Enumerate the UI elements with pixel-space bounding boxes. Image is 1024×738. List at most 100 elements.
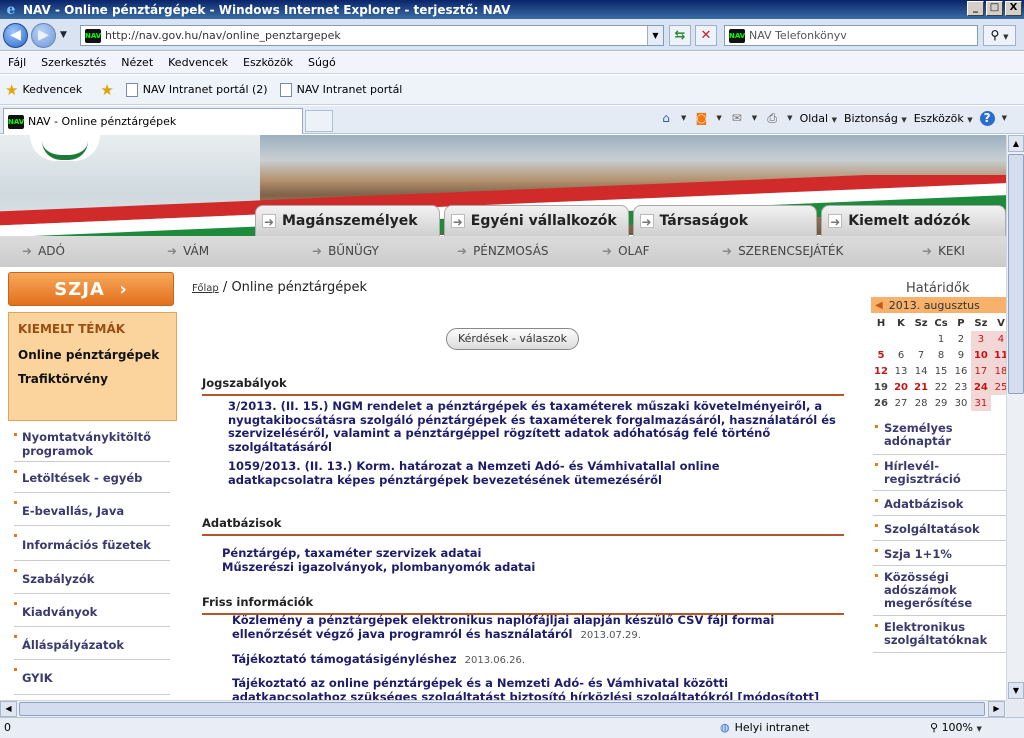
calendar-day[interactable]: 6 <box>891 347 911 363</box>
zoom-control[interactable]: ⚲ 100% ▼ <box>930 721 982 734</box>
scroll-up-icon[interactable]: ▲ <box>1008 135 1024 152</box>
calendar-day[interactable]: 12 <box>871 363 891 379</box>
calendar-day[interactable]: 1 <box>931 331 951 347</box>
tab-egyeni-vallalkozok[interactable]: ➜ Egyéni vállalkozók <box>443 205 629 236</box>
home-icon[interactable]: ⌂ <box>658 110 674 126</box>
calendar-day[interactable]: 17 <box>970 363 991 379</box>
leftnav-item[interactable]: E-bevallás, Java <box>14 495 170 526</box>
calendar-day[interactable]: 16 <box>951 363 971 379</box>
calendar-day[interactable]: 20 <box>891 379 911 395</box>
szja-button[interactable]: SZJA › <box>8 272 174 306</box>
calendar-day[interactable]: 26 <box>871 395 891 411</box>
minimize-button[interactable]: _ <box>967 1 984 16</box>
leftnav-item[interactable]: Nyomtatványkitöltő programok <box>14 427 170 462</box>
new-tab-button[interactable] <box>305 110 333 132</box>
leftnav-item[interactable]: Kiadványok <box>14 596 170 627</box>
menu-view[interactable]: Nézet <box>121 56 153 69</box>
calendar-day[interactable]: 15 <box>931 363 951 379</box>
qa-button[interactable]: Kérdések - válaszok <box>446 328 579 350</box>
tab-tarsasagok[interactable]: ➜ Társaságok <box>632 205 818 236</box>
print-icon[interactable]: ⎙ <box>764 110 780 126</box>
mail-icon[interactable]: ✉ <box>729 110 745 126</box>
calendar-day[interactable]: 19 <box>871 379 891 395</box>
subnav-keki[interactable]: ➜ KEKI <box>922 244 965 258</box>
rightnav-item[interactable]: Személyes adónaptár <box>873 419 1006 455</box>
calendar-day[interactable]: 18 <box>990 363 1006 379</box>
database-link[interactable]: Műszerészi igazolványok, plombanyomók ad… <box>222 560 842 575</box>
calendar-day[interactable]: 31 <box>970 395 991 411</box>
subnav-olaf[interactable]: ➜ OLAF <box>602 244 650 258</box>
subnav-vam[interactable]: ➜ VÁM <box>167 244 209 258</box>
scroll-thumb[interactable] <box>1008 154 1024 394</box>
scroll-left-icon[interactable]: ◀ <box>0 701 17 717</box>
rightnav-item[interactable]: Szolgáltatások <box>873 518 1006 541</box>
horizontal-scrollbar[interactable]: ◀ ▶ <box>0 700 1006 717</box>
leftnav-item[interactable]: GYIK <box>14 662 170 695</box>
calendar-day[interactable]: 7 <box>911 347 931 363</box>
favorites-star-icon[interactable]: ★ <box>5 81 18 99</box>
subnav-penzmosas[interactable]: ➜ PÉNZMOSÁS <box>457 244 549 258</box>
rightnav-item[interactable]: Hírlevél-regisztráció <box>873 457 1006 491</box>
search-button[interactable]: ⚲ ▼ <box>983 25 1016 46</box>
rightnav-item[interactable]: Elektronikus szolgáltatóknak <box>873 618 1006 653</box>
rightnav-item[interactable]: Szja 1+1% <box>873 543 1006 566</box>
menu-favorites[interactable]: Kedvencek <box>168 56 228 69</box>
calendar-day[interactable]: 29 <box>931 395 951 411</box>
news-item[interactable]: Közlemény a pénztárgépek elektronikus na… <box>232 613 832 642</box>
vertical-scrollbar[interactable]: ▲ ▼ <box>1006 135 1024 717</box>
recent-pages-dropdown-icon[interactable]: ▼ <box>60 30 67 40</box>
leftnav-item[interactable]: Letöltések - egyéb <box>14 464 170 493</box>
calendar-day[interactable]: 22 <box>931 379 951 395</box>
rightnav-item[interactable]: Közösségi adószámok megerősítése <box>873 568 1006 616</box>
calendar-day[interactable]: 5 <box>871 347 891 363</box>
calendar-day[interactable]: 14 <box>911 363 931 379</box>
menu-edit[interactable]: Szerkesztés <box>41 56 106 69</box>
featured-topic-link[interactable]: Trafiktörvény <box>18 372 108 386</box>
calendar-day[interactable]: 3 <box>970 331 991 347</box>
calendar-day[interactable]: 24 <box>970 379 991 395</box>
url-dropdown-icon[interactable]: ▼ <box>647 26 663 45</box>
refresh-button[interactable]: ⇆ <box>669 25 691 46</box>
calendar-day[interactable]: 21 <box>911 379 931 395</box>
feeds-icon[interactable]: ◙ <box>693 110 709 126</box>
legal-link[interactable]: 1059/2013. (II. 13.) Korm. határozat a N… <box>228 459 818 487</box>
security-zone[interactable]: ◍ Helyi intranet <box>720 721 809 734</box>
favorite-link-2[interactable]: NAV Intranet portál <box>297 83 403 96</box>
menu-tools[interactable]: Eszközök <box>243 56 293 69</box>
back-button[interactable]: ◀ <box>3 23 28 48</box>
calendar-day[interactable]: 10 <box>970 347 991 363</box>
tab-maganszemelyek[interactable]: ➜ Magánszemélyek <box>255 205 440 236</box>
subnav-szerencsejatek[interactable]: ➜ SZERENCSEJÁTÉK <box>722 244 843 258</box>
favorites-button[interactable]: Kedvencek <box>22 83 82 96</box>
menu-file[interactable]: Fájl <box>8 56 26 69</box>
menu-help[interactable]: Súgó <box>308 56 336 69</box>
subnav-ado[interactable]: ➜ ADÓ <box>22 244 65 258</box>
calendar-day[interactable]: 23 <box>951 379 971 395</box>
calendar-day[interactable]: 30 <box>951 395 971 411</box>
browser-tab[interactable]: NAV NAV - Online pénztárgépek <box>3 108 303 134</box>
featured-topic-link[interactable]: Online pénztárgépek <box>18 348 159 362</box>
calendar-day[interactable]: 11 <box>990 347 1006 363</box>
calendar-day[interactable]: 27 <box>891 395 911 411</box>
leftnav-item[interactable]: Álláspályázatok <box>14 629 170 660</box>
scroll-down-icon[interactable]: ▼ <box>1008 682 1024 699</box>
calendar-day[interactable]: 9 <box>951 347 971 363</box>
tools-menu[interactable]: Eszközök ▼ <box>914 112 973 125</box>
stop-button[interactable]: ✕ <box>695 25 717 46</box>
calendar-day[interactable]: 2 <box>951 331 971 347</box>
calendar-day[interactable]: 4 <box>990 331 1006 347</box>
subnav-bunugy[interactable]: ➜ BŰNÜGY <box>312 244 379 258</box>
help-icon[interactable]: ? <box>979 110 995 126</box>
forward-button[interactable]: ▶ <box>31 23 56 48</box>
scroll-thumb[interactable] <box>19 702 985 716</box>
add-favorite-icon[interactable]: ★ <box>100 81 113 99</box>
page-menu[interactable]: Oldal ▼ <box>800 112 837 125</box>
calendar-day[interactable]: 8 <box>931 347 951 363</box>
search-input[interactable]: NAV NAV Telefonkönyv <box>724 25 978 46</box>
calendar-day[interactable]: 25 <box>990 379 1006 395</box>
database-link[interactable]: Pénztárgép, taxaméter szervizek adatai <box>222 546 842 561</box>
prev-month-icon[interactable]: ◀ <box>875 300 883 311</box>
breadcrumb-home-link[interactable]: Főlap <box>192 283 219 294</box>
rightnav-item[interactable]: Adatbázisok <box>873 493 1006 516</box>
tab-kiemelt-adozok[interactable]: ➜ Kiemelt adózók <box>821 205 1006 236</box>
